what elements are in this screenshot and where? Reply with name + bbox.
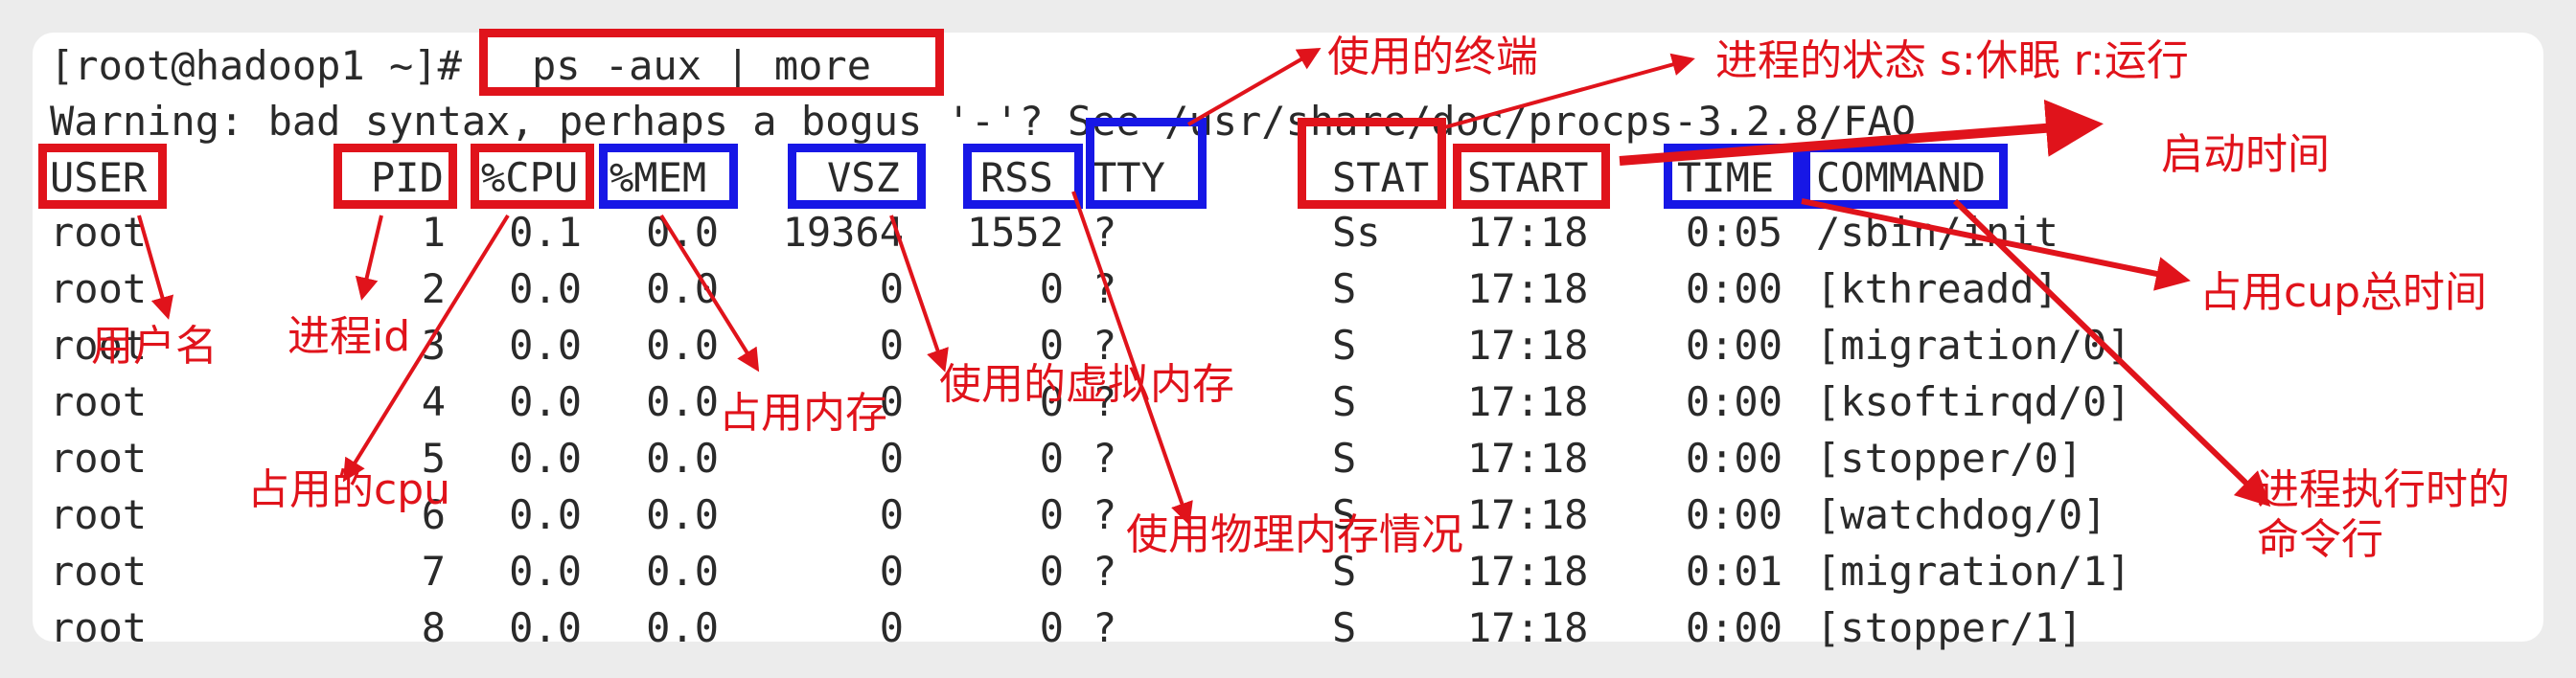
pid-arrow <box>355 215 383 301</box>
annotation-vsz: 使用的虚拟内存 <box>939 360 1234 409</box>
annotation-pid: 进程id <box>288 312 411 361</box>
annotation-command-line2: 命令行 <box>2257 515 2383 564</box>
mem-arrow <box>659 214 760 373</box>
command-arrow <box>1952 198 2271 508</box>
user-arrow <box>137 215 174 320</box>
annotation-mem: 占用内存 <box>719 389 887 438</box>
rss-arrow <box>1071 191 1193 526</box>
annotation-rss: 使用物理内存情况 <box>1126 510 1463 559</box>
annotation-tty: 使用的终端 <box>1327 33 1538 81</box>
vsz-arrow <box>889 215 949 373</box>
annotation-user: 用户名 <box>91 322 218 371</box>
annotation-start: 启动时间 <box>2161 130 2330 179</box>
start-arrow <box>1619 99 2104 166</box>
annotation-cpu: 占用的cpu <box>247 465 451 514</box>
annotation-stat: 进程的状态 s:休眠 r:运行 <box>1715 36 2189 85</box>
annotation-command-line1: 进程执行时的 <box>2257 465 2510 514</box>
tty-arrow <box>1186 47 1322 126</box>
annotation-time: 占用cup总时间 <box>2199 268 2488 317</box>
